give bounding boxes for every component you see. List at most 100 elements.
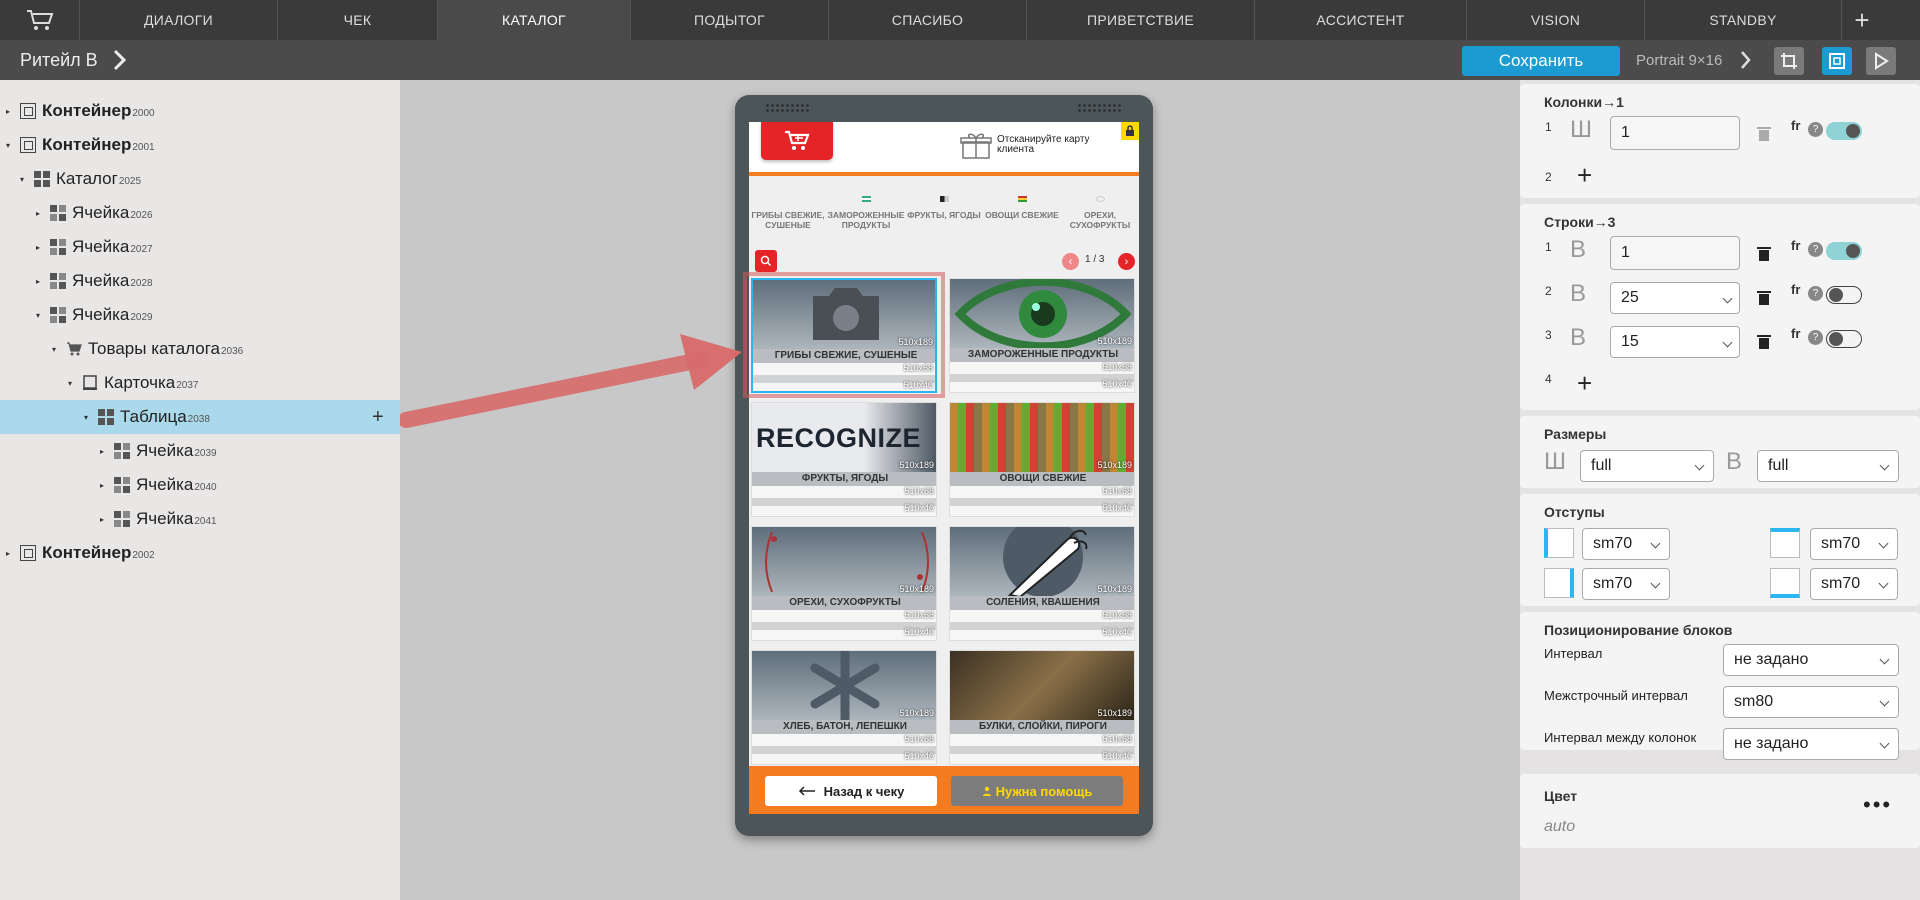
product-card-nuts[interactable]: 510x189 ОРЕХИ, СУХОФРУКТЫ 510x68 510x40 — [751, 526, 937, 641]
line-interval-select[interactable]: sm80 — [1723, 686, 1899, 718]
tree-node-cell-2026[interactable]: ▸ Ячейка 2026 — [0, 196, 400, 230]
collapse-caret-icon[interactable]: ▾ — [20, 175, 30, 184]
row-2-select[interactable]: 25 — [1610, 282, 1740, 314]
frame-icon[interactable] — [1822, 47, 1852, 75]
tab-subtotal[interactable]: ПОДЫТОГ — [631, 0, 829, 40]
tree-node-cell-2041[interactable]: ▸ Ячейка 2041 — [0, 502, 400, 536]
search-icon[interactable] — [755, 250, 777, 272]
tab-standby[interactable]: STANDBY — [1645, 0, 1842, 40]
collapse-caret-icon[interactable]: ▾ — [52, 345, 62, 354]
tab-vision[interactable]: VISION — [1467, 0, 1645, 40]
lock-icon[interactable] — [1121, 122, 1139, 140]
project-toolbar: Ритейл В Сохранить Portrait 9×16 — [0, 40, 1920, 80]
product-card-pickles[interactable]: 510x189 СОЛЕНИЯ, КВАШЕНИЯ 510x68 510x40 — [949, 526, 1135, 641]
product-card-fruits[interactable]: RECOGNIZE 510x189 ФРУКТЫ, ЯГОДЫ 510x68 5… — [751, 402, 937, 517]
product-card-pastry[interactable]: 510x189 БУЛКИ, СЛОЙКИ, ПИРОГИ 510x68 510… — [949, 650, 1135, 765]
category-label: ОРЕХИ, СУХОФРУКТЫ — [1069, 210, 1131, 230]
padding-right-select[interactable]: sm70 — [1582, 568, 1670, 600]
category-label: ФРУКТЫ, ЯГОДЫ — [907, 210, 981, 220]
padding-left-select[interactable]: sm70 — [1582, 528, 1670, 560]
trash-icon[interactable] — [1757, 290, 1771, 306]
expand-caret-icon[interactable]: ▸ — [36, 277, 46, 286]
help-icon[interactable]: ? — [1808, 242, 1823, 257]
category-tab[interactable]: ГРИБЫ СВЕЖИЕ, СУШЕНЫЕ — [749, 192, 827, 240]
tree-node-card-2037[interactable]: ▾ Карточка 2037 — [0, 366, 400, 400]
tree-node-table-2038[interactable]: ▾ Таблица 2038 + — [0, 400, 400, 434]
column-1-input[interactable]: 1 — [1610, 116, 1740, 150]
tree-node-cell-2039[interactable]: ▸ Ячейка 2039 — [0, 434, 400, 468]
tab-assistant[interactable]: АССИСТЕНТ — [1255, 0, 1467, 40]
expand-caret-icon[interactable]: ▸ — [100, 515, 110, 524]
tree-node-container-2001[interactable]: ▾ Контейнер 2001 — [0, 128, 400, 162]
play-icon[interactable] — [1866, 47, 1896, 75]
add-column-button[interactable]: + — [1577, 160, 1592, 191]
collapse-caret-icon[interactable]: ▾ — [84, 413, 94, 422]
product-card-bread[interactable]: 510x189 ХЛЕБ, БАТОН, ЛЕПЕШКИ 510x68 510x… — [751, 650, 937, 765]
tab-receipt[interactable]: ЧЕК — [278, 0, 438, 40]
category-tab[interactable]: ФРУКТЫ, ЯГОДЫ — [905, 192, 983, 240]
category-tab[interactable]: ЗАМОРОЖЕННЫЕ ПРОДУКТЫ — [827, 192, 905, 240]
tree-node-cell-2027[interactable]: ▸ Ячейка 2027 — [0, 230, 400, 264]
row-3-select[interactable]: 15 — [1610, 326, 1740, 358]
tree-node-catalog-2025[interactable]: ▾ Каталог 2025 — [0, 162, 400, 196]
tree-node-cell-2040[interactable]: ▸ Ячейка 2040 — [0, 468, 400, 502]
expand-caret-icon[interactable]: ▸ — [36, 209, 46, 218]
height-select[interactable]: full — [1757, 450, 1899, 482]
help-icon[interactable]: ? — [1808, 330, 1823, 345]
collapse-caret-icon[interactable]: ▾ — [36, 311, 46, 320]
trash-icon[interactable] — [1757, 334, 1771, 350]
tab-catalog[interactable]: КАТАЛОГ — [438, 0, 631, 40]
product-card-vegetables[interactable]: 510x189 ОВОЩИ СВЕЖИЕ 510x68 510x40 — [949, 402, 1135, 517]
save-button[interactable]: Сохранить — [1462, 46, 1620, 76]
tree-node-cell-2028[interactable]: ▸ Ячейка 2028 — [0, 264, 400, 298]
orientation-label[interactable]: Portrait 9×16 — [1636, 40, 1722, 80]
fr-toggle[interactable] — [1826, 242, 1862, 260]
tree-node-container-2000[interactable]: ▸ Контейнер 2000 — [0, 94, 400, 128]
home-cart-icon[interactable] — [0, 0, 80, 40]
project-name[interactable]: Ритейл В — [20, 40, 98, 80]
more-options-icon[interactable]: ••• — [1863, 792, 1892, 818]
category-tab[interactable]: ОВОЩИ СВЕЖИЕ — [983, 192, 1061, 240]
expand-caret-icon[interactable]: ▸ — [6, 107, 16, 116]
chevron-right-icon[interactable] — [112, 48, 128, 77]
padding-top-select[interactable]: sm70 — [1810, 528, 1898, 560]
width-select[interactable]: full — [1580, 450, 1714, 482]
back-to-receipt-button[interactable]: Назад к чеку — [765, 776, 937, 806]
help-icon[interactable]: ? — [1808, 286, 1823, 301]
crop-icon[interactable] — [1774, 47, 1804, 75]
next-page-icon[interactable]: › — [1118, 253, 1135, 270]
collapse-caret-icon[interactable]: ▾ — [68, 379, 78, 388]
expand-caret-icon[interactable]: ▸ — [6, 549, 16, 558]
expand-caret-icon[interactable]: ▸ — [100, 447, 110, 456]
product-card-frozen[interactable]: 510x189 ЗАМОРОЖЕННЫЕ ПРОДУКТЫ 510x68 510… — [949, 278, 1135, 393]
row-1-input[interactable]: 1 — [1610, 236, 1740, 270]
color-value[interactable]: auto — [1544, 818, 1575, 836]
help-icon[interactable]: ? — [1808, 122, 1823, 137]
need-help-button[interactable]: Нужна помощь — [951, 776, 1123, 806]
add-child-button[interactable]: + — [372, 406, 384, 429]
column-interval-select[interactable]: не задано — [1723, 728, 1899, 760]
add-row-button[interactable]: + — [1577, 368, 1592, 399]
expand-caret-icon[interactable]: ▸ — [100, 481, 110, 490]
trash-icon[interactable] — [1757, 246, 1771, 262]
tree-node-cell-2029[interactable]: ▾ Ячейка 2029 — [0, 298, 400, 332]
tab-welcome[interactable]: ПРИВЕТСТВИЕ — [1027, 0, 1255, 40]
tree-node-container-2002[interactable]: ▸ Контейнер 2002 — [0, 536, 400, 570]
fr-toggle[interactable] — [1826, 122, 1862, 140]
fr-toggle[interactable] — [1826, 330, 1862, 348]
fr-toggle[interactable] — [1826, 286, 1862, 304]
interval-select[interactable]: не задано — [1723, 644, 1899, 676]
tab-thanks[interactable]: СПАСИБО — [829, 0, 1027, 40]
padding-bottom-select[interactable]: sm70 — [1810, 568, 1898, 600]
tab-dialogs[interactable]: ДИАЛОГИ — [80, 0, 278, 40]
category-tab[interactable]: ОРЕХИ, СУХОФРУКТЫ — [1061, 192, 1139, 240]
tree-node-catalog-products-2036[interactable]: ▾ Товары каталога 2036 — [0, 332, 400, 366]
cart-icon[interactable] — [761, 122, 833, 160]
prev-page-icon[interactable]: ‹ — [1062, 253, 1079, 270]
add-tab-button[interactable]: + — [1842, 0, 1882, 40]
chevron-right-icon[interactable] — [1740, 50, 1752, 75]
trash-icon[interactable] — [1757, 126, 1771, 142]
expand-caret-icon[interactable]: ▸ — [36, 243, 46, 252]
collapse-caret-icon[interactable]: ▾ — [6, 141, 16, 150]
row-number: 1 — [1545, 240, 1552, 254]
